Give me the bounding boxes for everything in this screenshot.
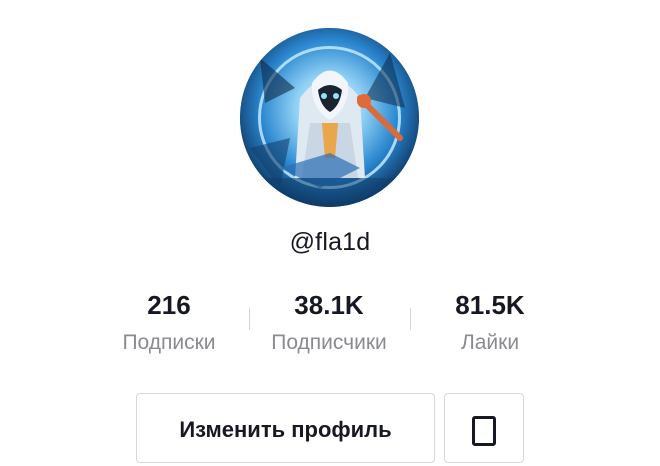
following-count: 216: [147, 290, 191, 320]
username: @fla1d: [289, 228, 371, 256]
likes-label: Лайки: [460, 331, 520, 354]
followers-label: Подписчики: [271, 331, 387, 354]
edit-profile-button[interactable]: Изменить профиль: [136, 393, 435, 463]
following-label: Подписки: [122, 331, 216, 354]
likes-count: 81.5K: [455, 290, 525, 320]
phone-icon: [472, 416, 496, 446]
stat-likes[interactable]: 81.5K Лайки: [410, 288, 570, 358]
avatar[interactable]: [240, 28, 419, 207]
stat-followers[interactable]: 38.1K Подписчики: [249, 288, 409, 358]
followers-count: 38.1K: [294, 290, 364, 320]
stat-following[interactable]: 216 Подписки: [89, 288, 249, 358]
phone-button[interactable]: [444, 393, 524, 463]
avatar-image: [240, 28, 419, 207]
